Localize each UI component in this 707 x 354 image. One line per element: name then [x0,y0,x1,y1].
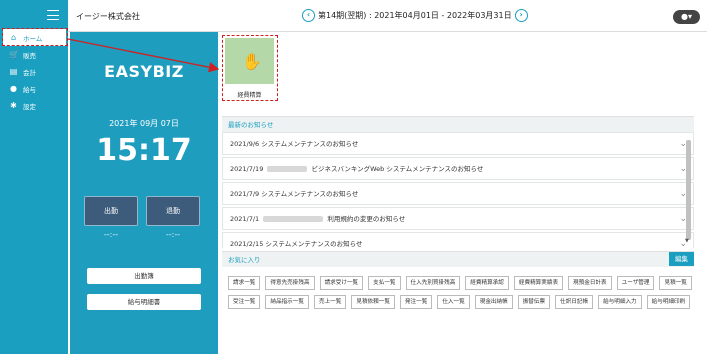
dashboard-panel: EASYBIZ 2021年 09月 07日 15:17 出勤 退勤 --:-- … [70,32,218,354]
gear-icon: ✱ [10,101,17,110]
current-date: 2021年 09月 07日 [109,119,179,128]
expense-settlement-tile[interactable]: ✋ 経費精算 [222,35,278,101]
redacted-text [263,216,324,222]
favorites-grid: 請求一覧 得意先売掛残高 請求受け一覧 支払一覧 仕入先別買掛残高 経費精算承認… [228,276,692,309]
clock-out-button[interactable]: 退勤 [146,196,200,226]
hand-coin-icon: ✋ [242,52,262,71]
news-heading: 最新のお知らせ [222,116,694,132]
user-menu-button[interactable]: ●▾ [673,10,700,24]
money-bag-icon: ● [10,84,17,93]
favorite-link[interactable]: 経費精算実績表 [513,276,564,290]
prev-period-button[interactable]: ‹ [302,9,315,22]
cart-icon: 🛒 [9,50,19,59]
sidebar-item-label: 会計 [23,68,36,77]
home-highlight-outline [2,28,68,46]
user-icon: ● [681,12,688,21]
scroll-down-icon[interactable]: ▼ [685,238,689,244]
company-name: イージー株式会社 [76,12,140,21]
favorite-link[interactable]: 受注一覧 [228,295,261,309]
tile-icon-box: ✋ [225,38,274,84]
favorite-link[interactable]: 見積一覧 [659,276,692,290]
favorite-link[interactable]: 納品指示一覧 [265,295,309,309]
news-text: ビジネスバンキングWeb システムメンテナンスのお知らせ [311,165,484,173]
period-label: 第14期(翌期) : 2021年04月01日 - 2022年03月31日 [318,11,512,20]
chevron-down-icon: ▾ [687,12,692,21]
news-list: 2021/9/6 システムメンテナンスのお知らせ ⌄ 2021/7/19 ビジネ… [222,132,694,248]
redacted-text [267,166,308,172]
attendance-book-button[interactable]: 出勤簿 [87,268,201,284]
news-text: システムメンテナンスのお知らせ [261,190,359,198]
clock-in-button[interactable]: 出勤 [84,196,138,226]
sidebar-item-accounting[interactable]: ▤ 会計 [0,63,68,80]
favorite-link[interactable]: 経費精算承認 [465,276,509,290]
sidebar-item-settings[interactable]: ✱ 設定 [0,97,68,114]
sidebar-item-sales[interactable]: 🛒 販売 [0,46,68,63]
favorite-link[interactable]: ユーザ管理 [616,276,655,290]
favorite-link[interactable]: 仕入先別買掛残高 [405,276,461,290]
news-item[interactable]: 2021/2/15 システムメンテナンスのお知らせ ⌄ [222,232,694,248]
news-date: 2021/7/19 [230,165,264,173]
favorite-link[interactable]: 請求一覧 [228,276,261,290]
top-bar: イージー株式会社 ‹ 第14期(翌期) : 2021年04月01日 - 2022… [0,0,707,32]
favorite-link[interactable]: 現金出納帳 [474,295,513,309]
favorite-link[interactable]: 見積依頼一覧 [351,295,395,309]
news-item[interactable]: 2021/7/19 ビジネスバンキングWeb システムメンテナンスのお知らせ ⌄ [222,157,694,180]
payslip-button[interactable]: 給与明細書 [87,294,201,310]
fiscal-period: ‹ 第14期(翌期) : 2021年04月01日 - 2022年03月31日 › [302,9,528,22]
brand-logo: EASYBIZ [104,62,184,81]
news-item[interactable]: 2021/7/9 システムメンテナンスのお知らせ ⌄ [222,182,694,205]
tile-label: 経費精算 [237,92,262,99]
current-time: 15:17 [96,133,192,168]
edit-favorites-button[interactable]: 編集 [669,252,694,266]
sidebar-item-label: 給与 [23,85,36,94]
news-item[interactable]: 2021/7/1 利用規約の変更のお知らせ ⌄ [222,207,694,230]
favorite-link[interactable]: 売上一覧 [313,295,347,309]
news-date: 2021/2/15 [230,240,264,248]
news-scrollbar[interactable] [686,140,691,240]
news-date: 2021/7/9 [230,190,260,198]
news-date: 2021/9/6 [230,140,260,148]
favorite-link[interactable]: 支払一覧 [368,276,401,290]
favorite-link[interactable]: 仕訳日記帳 [555,295,594,309]
sidebar-item-payroll[interactable]: ● 給与 [0,80,68,97]
hamburger-icon [47,10,59,20]
favorite-link[interactable]: 請求受け一覧 [319,276,364,290]
news-text: 利用規約の変更のお知らせ [327,215,406,223]
favorite-link[interactable]: 現預金日計表 [568,276,612,290]
favorite-link[interactable]: 発注一覧 [399,295,433,309]
favorite-link[interactable]: 給与明細印刷 [646,295,691,309]
sidebar-item-label: 設定 [23,102,36,111]
clock-in-time: --:-- [103,230,119,239]
favorite-link[interactable]: 給与明細入力 [598,295,642,309]
favorite-link[interactable]: 仕入一覧 [437,295,470,309]
sidebar-item-label: 販売 [23,51,36,60]
favorite-link[interactable]: 得意先売掛残高 [265,276,315,290]
news-text: システムメンテナンスのお知らせ [261,140,359,148]
favorites-heading: お気に入り [222,251,694,267]
next-period-button[interactable]: › [514,9,528,22]
document-icon: ▤ [9,67,18,76]
news-item[interactable]: 2021/9/6 システムメンテナンスのお知らせ ⌄ [222,132,694,155]
news-text: システムメンテナンスのお知らせ [265,240,363,248]
favorite-link[interactable]: 振替伝票 [517,295,551,309]
clock-out-time: --:-- [165,230,181,239]
news-date: 2021/7/1 [230,215,260,223]
